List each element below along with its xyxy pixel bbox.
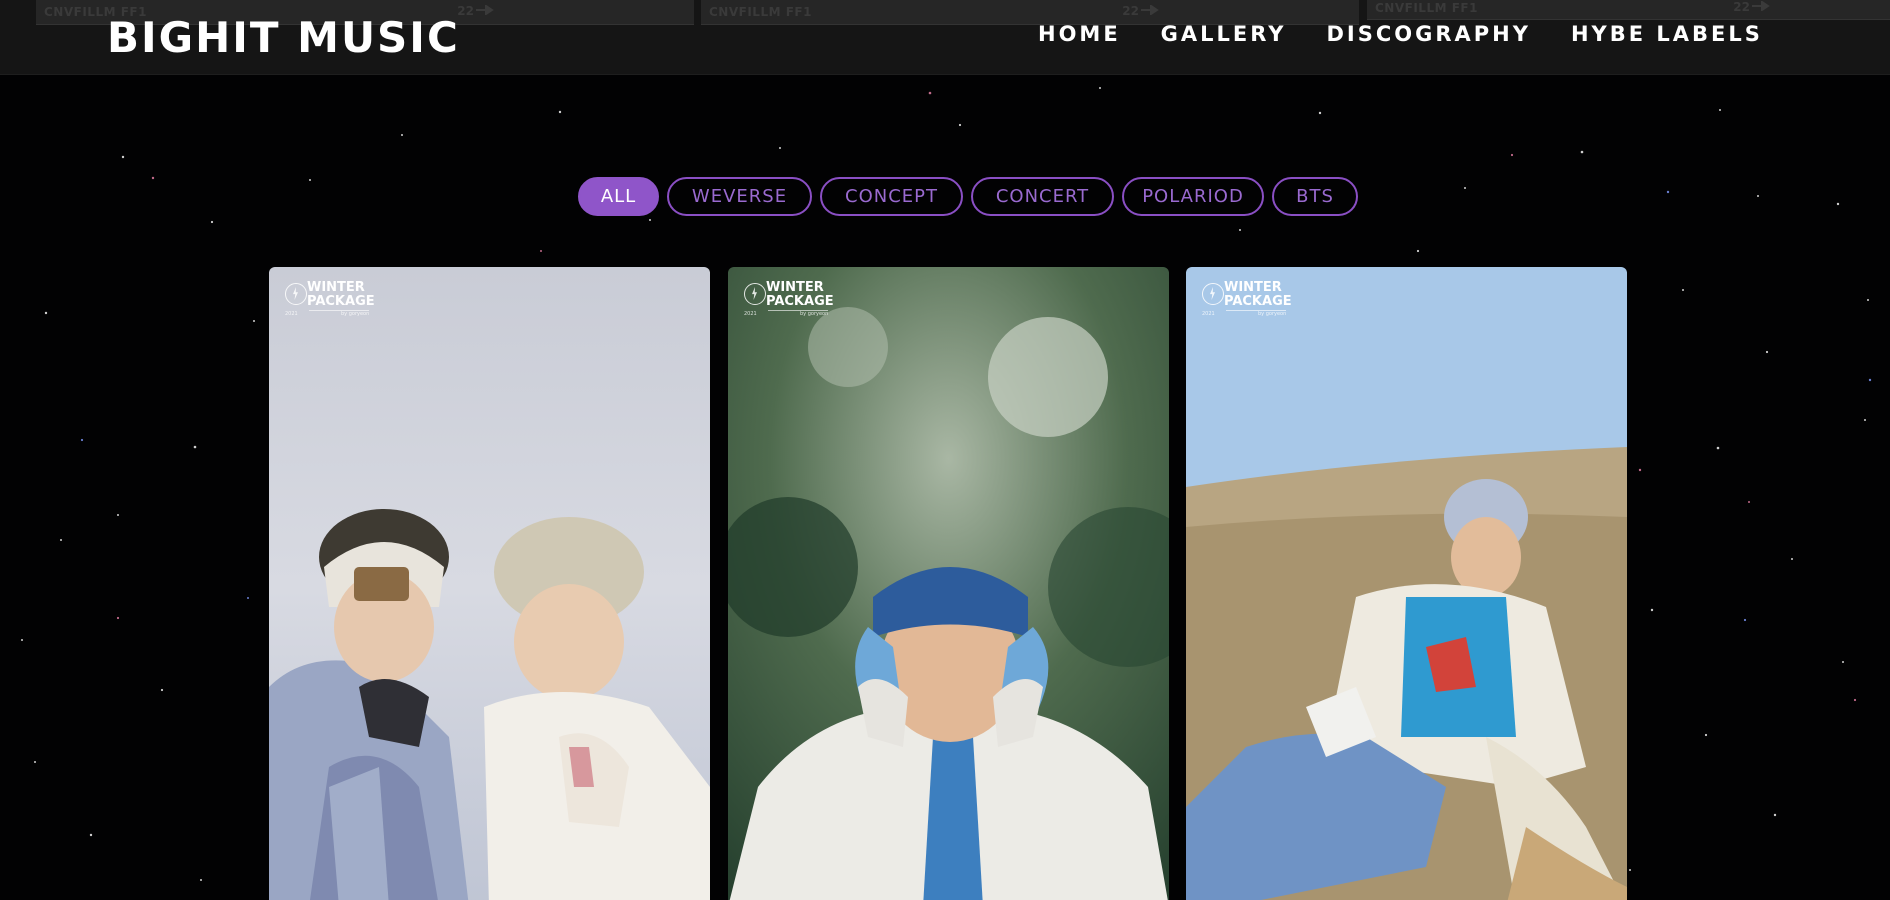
gallery-photo [728, 267, 1169, 900]
nav-discography[interactable]: DISCOGRAPHY [1327, 22, 1531, 46]
gallery-filter-bar: ALL WEVERSE CONCEPT CONCERT POLARIOD BTS [578, 177, 1358, 216]
filter-all[interactable]: ALL [578, 177, 659, 216]
gallery-photo [1186, 267, 1627, 900]
site-header: CNVFILLM FF1 22 CNVFILLM FF1 22 CNVFILLM… [0, 0, 1890, 75]
bolt-icon [285, 283, 307, 305]
brand-logo[interactable]: BIGHIT MUSIC [107, 13, 460, 62]
gallery-photo [269, 267, 710, 900]
badge-credit: by goryeon [1258, 311, 1287, 317]
film-strip-number: 22 [457, 4, 474, 18]
filter-weverse[interactable]: WEVERSE [667, 177, 812, 216]
main-nav: HOME GALLERY DISCOGRAPHY HYBE LABELS [1038, 22, 1803, 46]
nav-home[interactable]: HOME [1038, 22, 1121, 46]
badge-title: WINTER PACKAGE [1224, 280, 1292, 309]
filter-concert[interactable]: CONCERT [971, 177, 1114, 216]
gallery-card[interactable]: WINTER PACKAGE 2021 by goryeon [1186, 267, 1627, 900]
gallery-card[interactable]: WINTER PACKAGE 2021 by goryeon [728, 267, 1169, 900]
winter-package-badge: WINTER PACKAGE 2021 by goryeon [1202, 281, 1312, 321]
film-strip-banner: CNVFILLM FF1 22 [1367, 0, 1890, 20]
badge-credit: by goryeon [341, 311, 370, 317]
film-strip-code: CNVFILLM FF1 [1375, 1, 1478, 15]
nav-gallery[interactable]: GALLERY [1161, 22, 1287, 46]
page: CNVFILLM FF1 22 CNVFILLM FF1 22 CNVFILLM… [0, 0, 1890, 900]
film-strip-number: 22 [1733, 0, 1750, 14]
winter-package-badge: WINTER PACKAGE 2021 by goryeon [744, 281, 854, 321]
badge-title: WINTER PACKAGE [766, 280, 834, 309]
badge-title: WINTER PACKAGE [307, 280, 375, 309]
arrow-right-icon [1141, 5, 1159, 15]
bolt-icon [1202, 283, 1224, 305]
arrow-right-icon [1752, 1, 1770, 11]
nav-hybe-labels[interactable]: HYBE LABELS [1571, 22, 1763, 46]
winter-package-badge: WINTER PACKAGE 2021 by goryeon [285, 281, 395, 321]
badge-year: 2021 [1202, 311, 1215, 317]
filter-bts[interactable]: BTS [1272, 177, 1358, 216]
film-strip-number: 22 [1122, 4, 1139, 18]
arrow-right-icon [476, 5, 494, 15]
gallery-card[interactable]: WINTER PACKAGE 2021 by goryeon [269, 267, 710, 900]
filter-concept[interactable]: CONCEPT [820, 177, 963, 216]
badge-year: 2021 [744, 311, 757, 317]
badge-credit: by goryeon [800, 311, 829, 317]
badge-year: 2021 [285, 311, 298, 317]
bolt-icon [744, 283, 766, 305]
filter-polariod[interactable]: POLARIOD [1122, 177, 1264, 216]
film-strip-code: CNVFILLM FF1 [709, 5, 812, 19]
